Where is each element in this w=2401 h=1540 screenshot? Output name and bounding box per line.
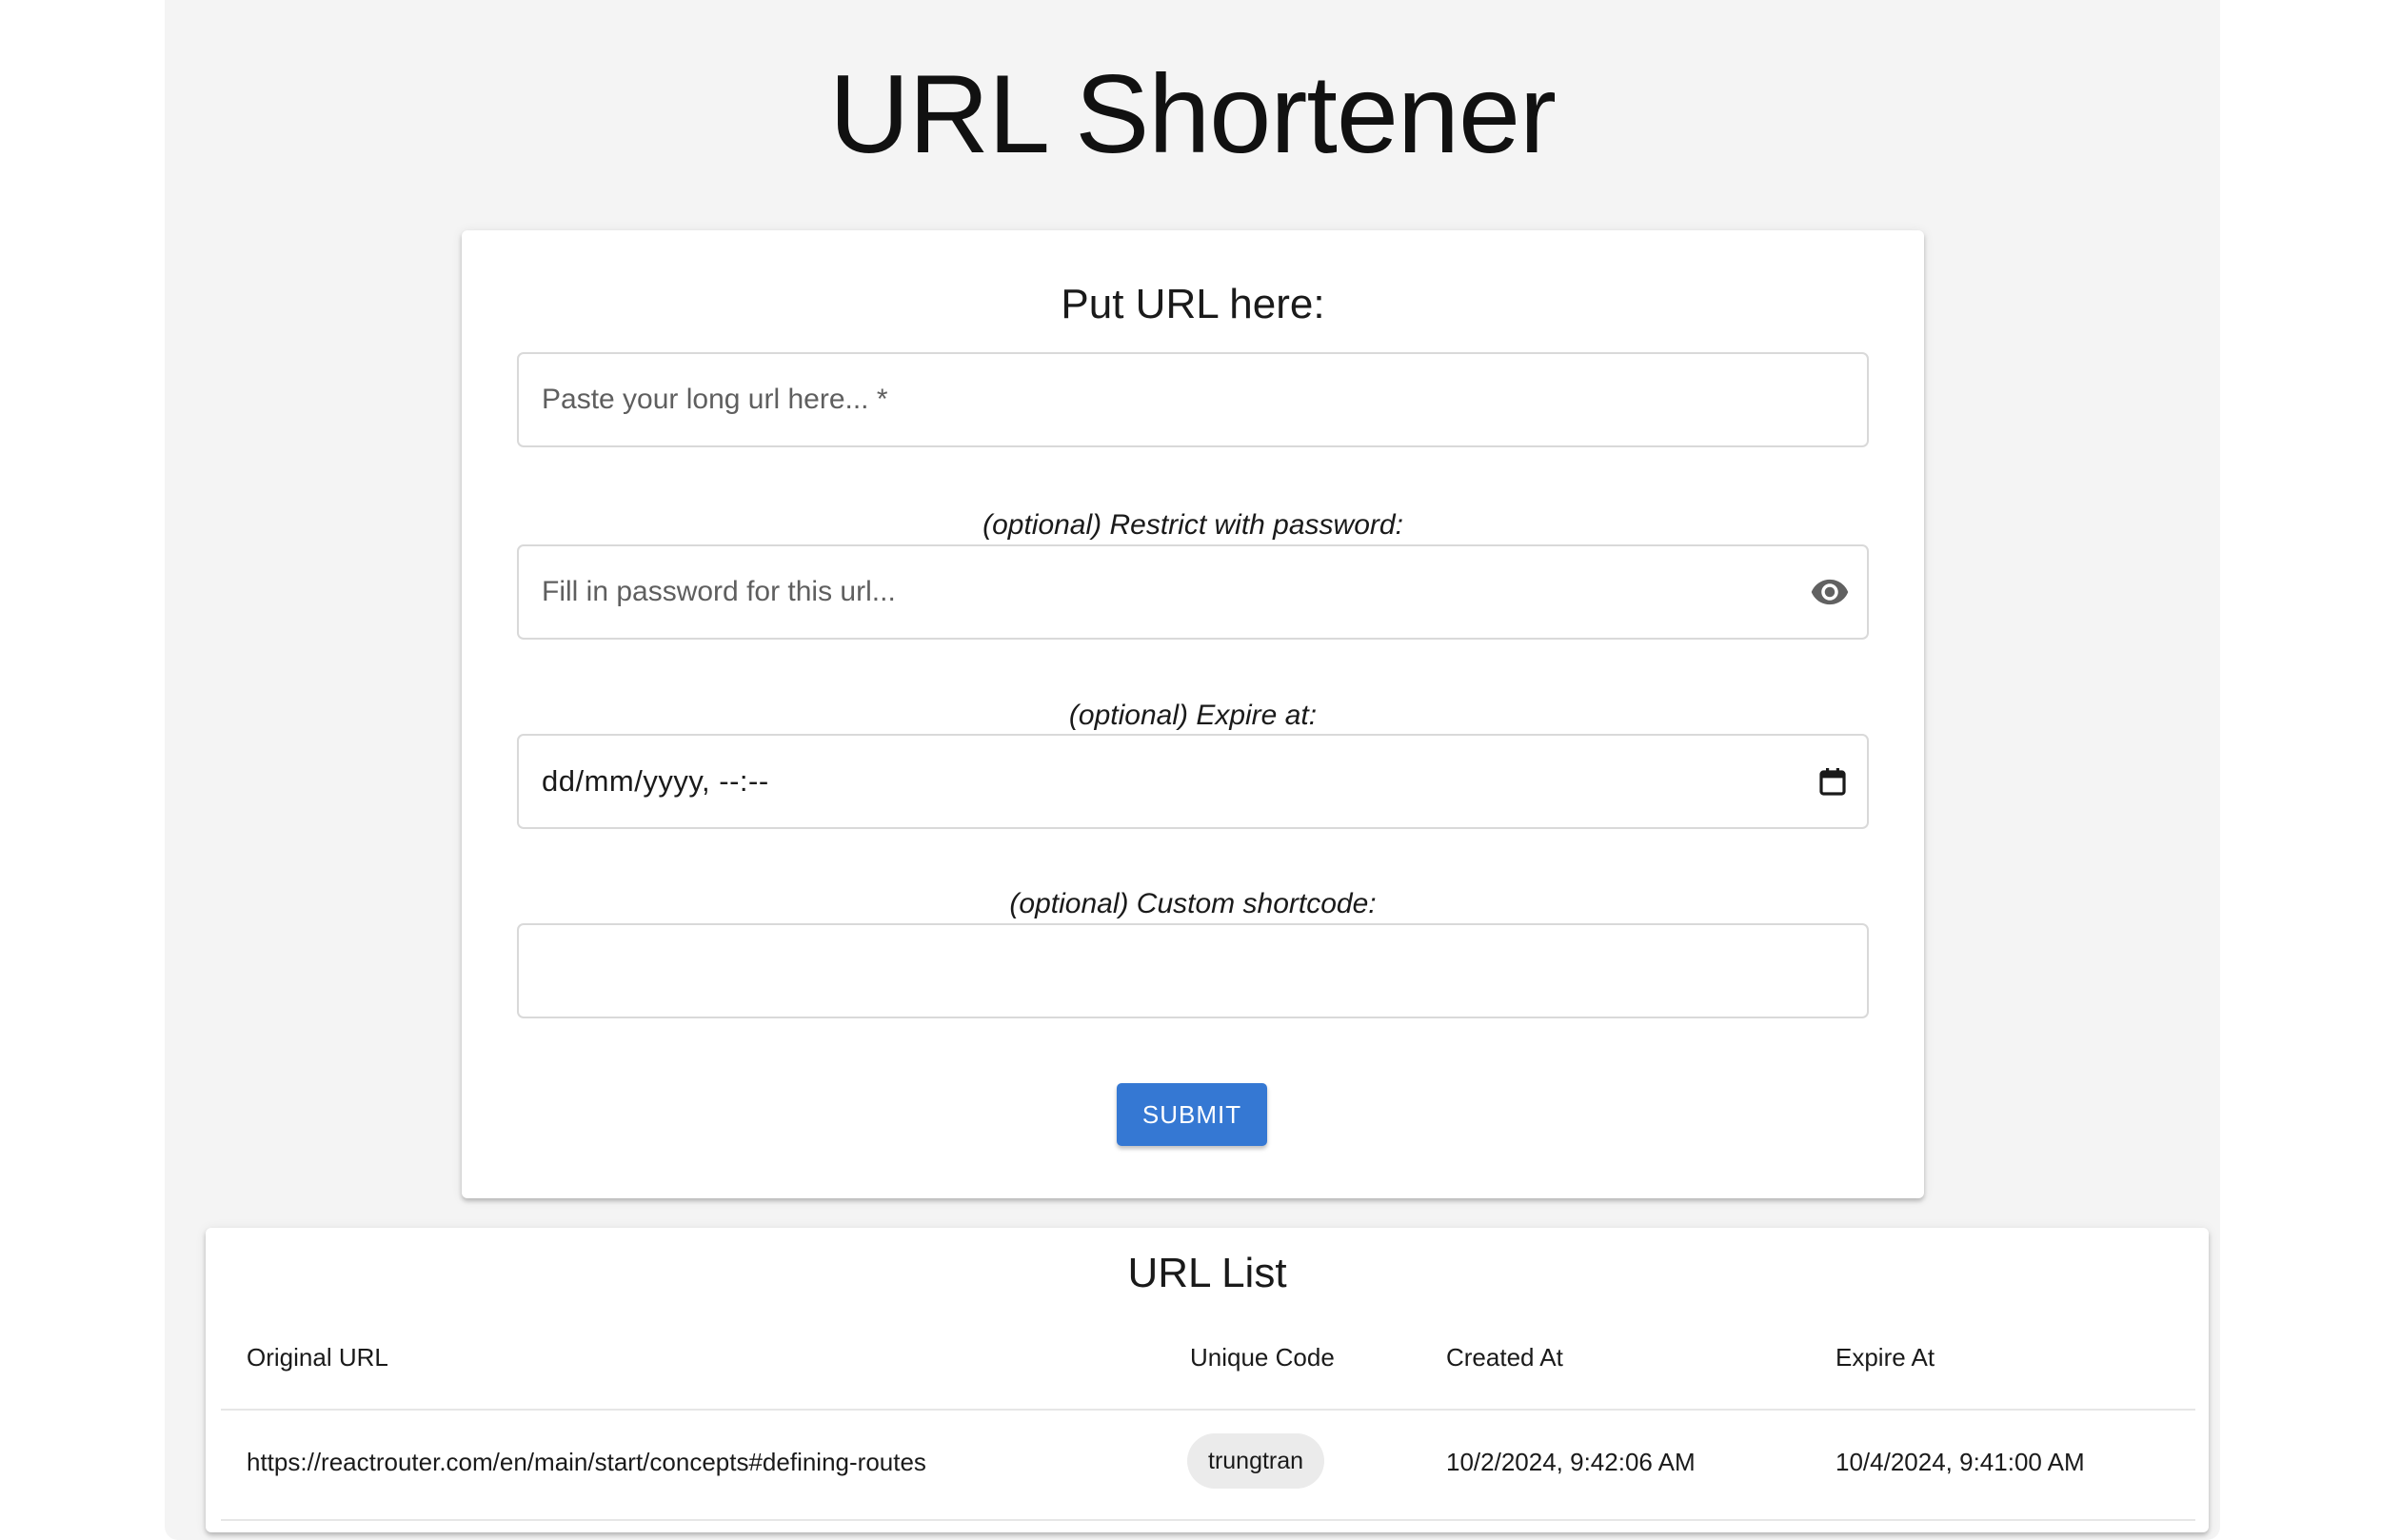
column-header-unique-code: Unique Code (1190, 1343, 1335, 1372)
submit-button[interactable]: SUBMIT (1117, 1083, 1267, 1146)
shorten-form-card: Put URL here: Paste your long url here..… (462, 230, 1924, 1198)
column-header-original-url: Original URL (247, 1343, 388, 1372)
created-at-cell: 10/2/2024, 9:42:06 AM (1446, 1448, 1696, 1476)
long-url-input[interactable]: Paste your long url here... * (517, 352, 1869, 447)
header-divider (221, 1409, 2195, 1411)
shortcode-label: (optional) Custom shortcode: (1009, 888, 1377, 919)
long-url-placeholder: Paste your long url here... * (542, 384, 888, 415)
url-list-title: URL List (1127, 1250, 1287, 1296)
expire-datetime-input[interactable]: dd/mm/yyyy, --:-- (517, 734, 1869, 829)
row-divider (221, 1519, 2195, 1521)
password-placeholder: Fill in password for this url... (542, 576, 896, 607)
unique-code-chip: trungtran (1187, 1433, 1325, 1489)
custom-shortcode-input[interactable] (517, 923, 1869, 1018)
eye-icon[interactable] (1806, 546, 1854, 638)
calendar-icon[interactable] (1814, 736, 1852, 827)
form-heading: Put URL here: (1061, 281, 1325, 327)
password-label: (optional) Restrict with password: (982, 509, 1403, 541)
password-input[interactable]: Fill in password for this url... (517, 544, 1869, 640)
column-header-expire-at: Expire At (1835, 1343, 1935, 1372)
page-title: URL Shortener (828, 51, 1557, 176)
expire-label: (optional) Expire at: (1068, 700, 1318, 731)
expire-at-cell: 10/4/2024, 9:41:00 AM (1835, 1448, 2085, 1476)
url-list-card: URL List Original URL Unique Code Create… (206, 1228, 2209, 1532)
original-url-cell: https://reactrouter.com/en/main/start/co… (247, 1448, 926, 1476)
column-header-created-at: Created At (1446, 1343, 1563, 1372)
expire-placeholder: dd/mm/yyyy, --:-- (542, 764, 769, 798)
